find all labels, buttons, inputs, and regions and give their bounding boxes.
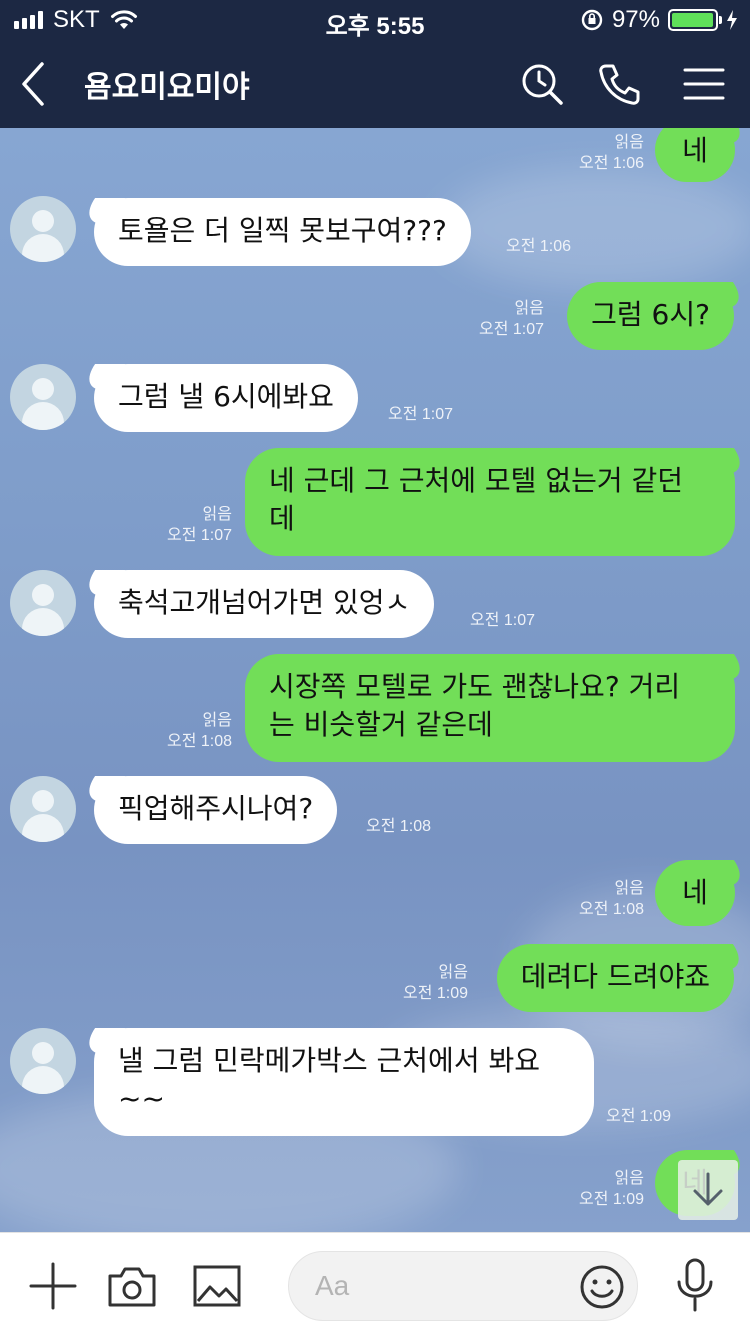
read-receipt: 읽음 <box>614 1170 644 1187</box>
read-receipt: 읽음 <box>202 506 232 523</box>
message-time: 오전 1:08 <box>366 818 432 835</box>
orientation-lock-icon <box>581 9 603 31</box>
image-icon[interactable] <box>192 1261 242 1311</box>
incoming-message[interactable]: 그럼 낼 6시에봐요 <box>94 364 358 432</box>
message-meta: 읽음 오전 1:09 <box>579 1168 644 1210</box>
message-time: 오전 1:07 <box>470 612 536 629</box>
message-meta: 읽음 오전 1:09 <box>403 962 468 1004</box>
message-meta: 읽음 오전 1:08 <box>579 878 644 920</box>
emoji-icon[interactable] <box>579 1264 625 1310</box>
message-time: 오전 1:09 <box>578 1191 644 1208</box>
message-meta: 읽음 오전 1:07 <box>479 298 544 340</box>
camera-icon[interactable] <box>107 1261 157 1311</box>
avatar[interactable] <box>10 1028 76 1094</box>
read-receipt: 읽음 <box>202 712 232 729</box>
charging-icon <box>727 10 737 30</box>
avatar[interactable] <box>10 570 76 636</box>
arrow-down-icon <box>693 1172 723 1206</box>
message-time: 오전 1:09 <box>402 985 468 1002</box>
outgoing-message[interactable]: 데려다 드려야죠 <box>496 944 734 1012</box>
outgoing-message[interactable]: 네 <box>655 860 735 926</box>
search-clock-icon[interactable] <box>518 60 566 108</box>
message-time: 오전 1:07 <box>478 321 544 338</box>
outgoing-message[interactable]: 네 <box>655 128 735 182</box>
chat-title[interactable]: 욤요미요미야 <box>84 62 250 106</box>
read-receipt: 읽음 <box>438 964 468 981</box>
message-time: 오전 1:07 <box>388 406 454 423</box>
input-bar <box>0 1232 750 1334</box>
phone-icon[interactable] <box>596 60 644 108</box>
incoming-message[interactable]: 축석고개넘어가면 있엉ㅅ <box>94 570 435 638</box>
message-time: 오전 1:07 <box>166 527 232 544</box>
chat-area[interactable]: 읽음 오전 1:06 네 토욜은 더 일찍 못보구여??? 오전 1:06 읽음… <box>0 128 750 1232</box>
chat-header: 욤요미요미야 <box>0 40 750 128</box>
back-icon[interactable] <box>14 58 54 110</box>
menu-icon[interactable] <box>680 60 728 108</box>
incoming-message[interactable]: 낼 그럼 민락메가박스 근처에서 봐요 ~~ <box>94 1028 594 1136</box>
scroll-to-bottom-button[interactable] <box>678 1160 738 1220</box>
background-cloud <box>440 168 750 288</box>
outgoing-message[interactable]: 네 근데 그 근처에 모텔 없는거 같던 데 <box>245 448 735 556</box>
battery-icon <box>668 9 722 31</box>
battery-percent: 97% <box>611 6 660 33</box>
message-time: 오전 1:08 <box>166 733 232 750</box>
read-receipt: 읽음 <box>614 134 644 151</box>
avatar[interactable] <box>10 776 76 842</box>
read-receipt: 읽음 <box>514 300 544 317</box>
message-text-field[interactable] <box>315 1266 555 1306</box>
avatar[interactable] <box>10 196 76 262</box>
message-time: 오전 1:06 <box>506 238 572 255</box>
avatar[interactable] <box>10 364 76 430</box>
message-meta: 읽음 오전 1:08 <box>167 710 232 752</box>
incoming-message[interactable]: 픽업해주시나여? <box>94 776 338 844</box>
message-time: 오전 1:08 <box>578 901 644 918</box>
message-time: 오전 1:06 <box>578 155 644 172</box>
outgoing-message[interactable]: 그럼 6시? <box>567 282 734 350</box>
outgoing-message[interactable]: 시장쪽 모텔로 가도 괜찮나요? 거리 는 비슷할거 같은데 <box>245 654 735 762</box>
status-bar: SKT 오후 5:55 97% <box>0 0 750 40</box>
read-receipt: 읽음 <box>614 880 644 897</box>
message-input[interactable] <box>288 1251 638 1321</box>
microphone-icon[interactable] <box>670 1257 720 1313</box>
plus-icon[interactable] <box>28 1261 78 1311</box>
message-meta: 읽음 오전 1:06 <box>579 132 644 174</box>
incoming-message[interactable]: 토욜은 더 일찍 못보구여??? <box>94 198 471 266</box>
message-time: 오전 1:09 <box>606 1108 672 1125</box>
message-meta: 읽음 오전 1:07 <box>167 504 232 546</box>
